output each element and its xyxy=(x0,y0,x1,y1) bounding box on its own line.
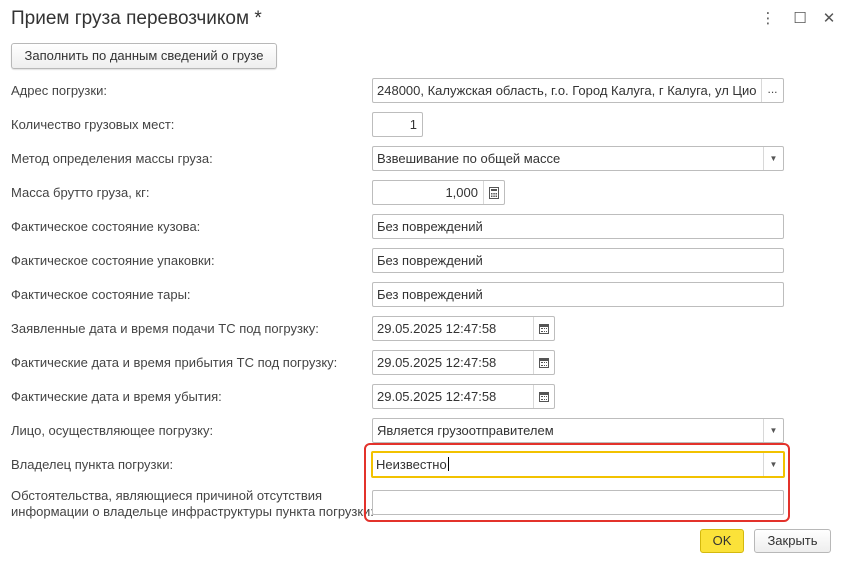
declared-datetime-label: Заявленные дата и время подачи ТС под по… xyxy=(11,321,319,336)
loader-select[interactable]: Является грузоотправителем ▼ xyxy=(372,418,784,443)
gross-mass-input[interactable]: 1,000 xyxy=(372,180,505,205)
arrival-datetime-value: 29.05.2025 12:47:58 xyxy=(377,355,497,370)
maximize-icon[interactable]: ☐ xyxy=(790,9,810,29)
owner-label: Владелец пункта погрузки: xyxy=(11,457,174,472)
calendar-icon[interactable] xyxy=(533,351,554,374)
circumstances-label-line2: информации о владельце инфраструктуры пу… xyxy=(11,504,374,519)
calendar-icon[interactable] xyxy=(533,385,554,408)
address-value: 248000, Калужская область, г.о. Город Ка… xyxy=(377,83,757,98)
address-label: Адрес погрузки: xyxy=(11,83,107,98)
places-input[interactable]: 1 xyxy=(372,112,423,137)
window-title: Прием груза перевозчиком * xyxy=(11,8,262,29)
body-state-label: Фактическое состояние кузова: xyxy=(11,219,201,234)
arrival-datetime-label: Фактические дата и время прибытия ТС под… xyxy=(11,355,338,370)
mass-method-select[interactable]: Взвешивание по общей массе ▼ xyxy=(372,146,784,171)
highlight-frame xyxy=(364,443,790,522)
arrival-datetime-input[interactable]: 29.05.2025 12:47:58 xyxy=(372,350,555,375)
more-menu-icon[interactable]: ⋮ xyxy=(758,9,778,29)
loader-label: Лицо, осуществляющее погрузку: xyxy=(11,423,214,438)
calculator-icon[interactable] xyxy=(483,181,504,204)
address-field[interactable]: 248000, Калужская область, г.о. Город Ка… xyxy=(372,78,784,103)
mass-method-value: Взвешивание по общей массе xyxy=(377,151,561,166)
close-button[interactable]: Закрыть xyxy=(754,529,831,553)
package-state-label: Фактическое состояние упаковки: xyxy=(11,253,215,268)
tare-state-label: Фактическое состояние тары: xyxy=(11,287,191,302)
places-label: Количество грузовых мест: xyxy=(11,117,175,132)
declared-datetime-value: 29.05.2025 12:47:58 xyxy=(377,321,497,336)
departure-datetime-input[interactable]: 29.05.2025 12:47:58 xyxy=(372,384,555,409)
calendar-icon[interactable] xyxy=(533,317,554,340)
mass-method-label: Метод определения массы груза: xyxy=(11,151,213,166)
circumstances-label-line1: Обстоятельства, являющиеся причиной отсу… xyxy=(11,488,323,503)
departure-datetime-label: Фактические дата и время убытия: xyxy=(11,389,222,404)
fill-from-cargo-info-button[interactable]: Заполнить по данным сведений о грузе xyxy=(11,43,277,69)
select-address-button[interactable]: ... xyxy=(761,79,783,102)
package-state-input[interactable]: Без повреждений xyxy=(372,248,784,273)
chevron-down-icon[interactable]: ▼ xyxy=(763,147,783,170)
ok-button[interactable]: OK xyxy=(700,529,744,553)
tare-state-input[interactable]: Без повреждений xyxy=(372,282,784,307)
declared-datetime-input[interactable]: 29.05.2025 12:47:58 xyxy=(372,316,555,341)
departure-datetime-value: 29.05.2025 12:47:58 xyxy=(377,389,497,404)
chevron-down-icon[interactable]: ▼ xyxy=(763,419,783,442)
loader-value: Является грузоотправителем xyxy=(377,423,554,438)
gross-mass-label: Масса брутто груза, кг: xyxy=(11,185,150,200)
body-state-input[interactable]: Без повреждений xyxy=(372,214,784,239)
close-window-icon[interactable]: ✕ xyxy=(819,9,839,29)
